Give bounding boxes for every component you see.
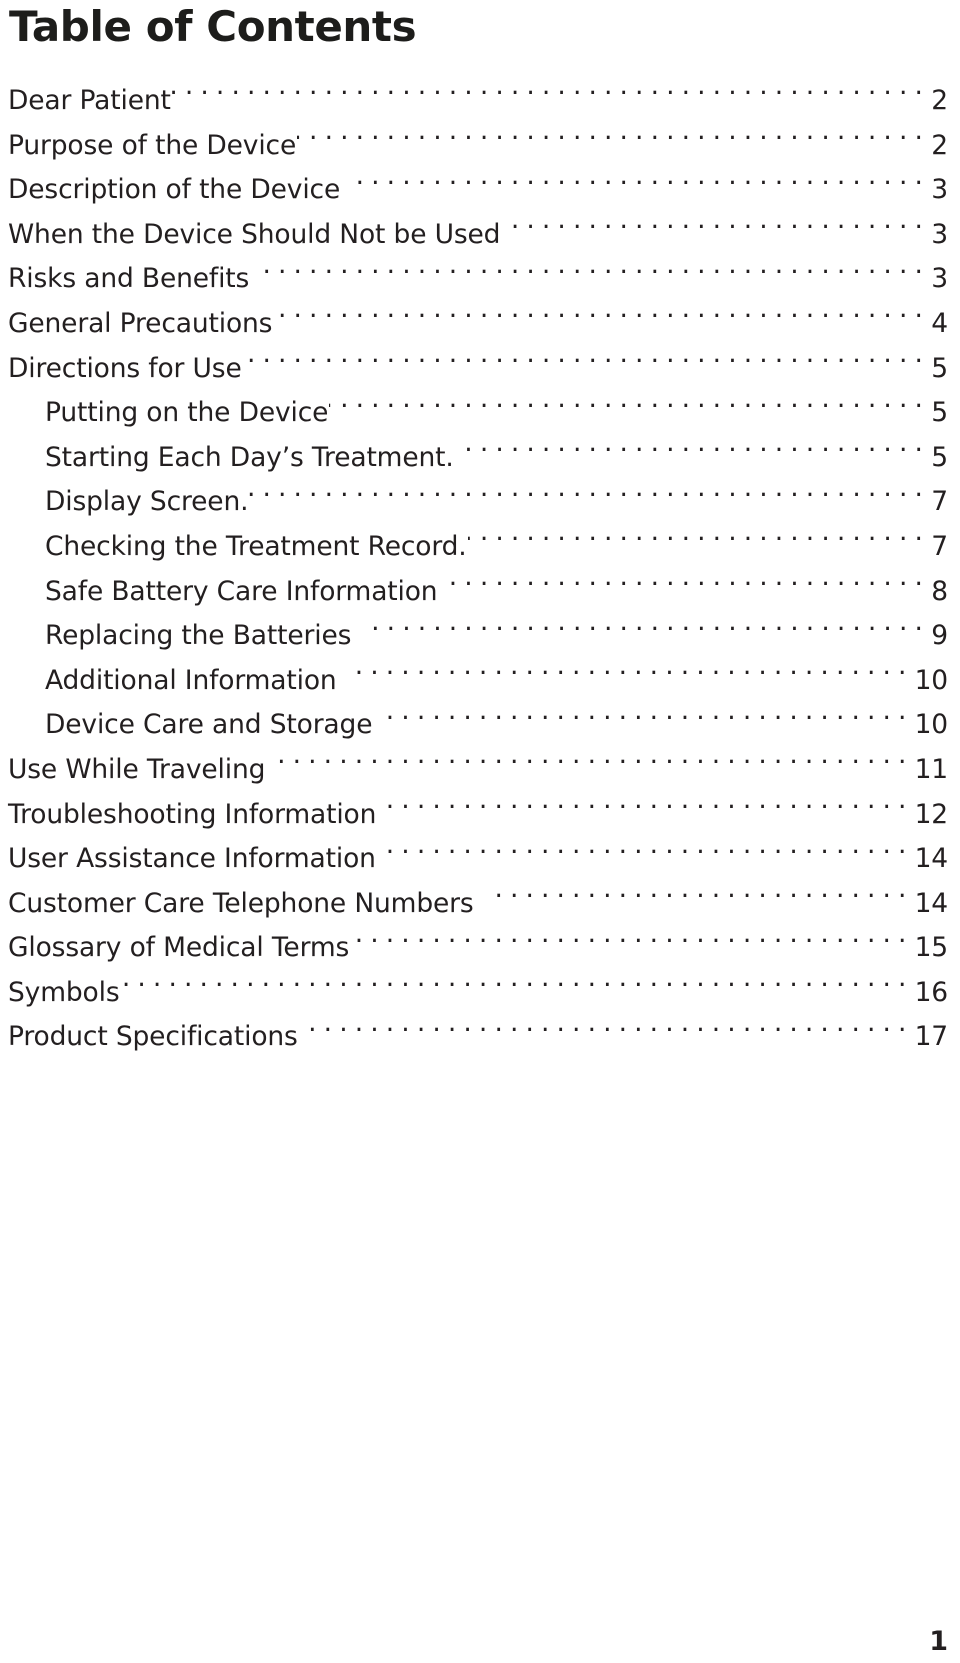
toc-entry-page-number: 9 (931, 620, 948, 652)
page-title: Table of Contents (9, 2, 417, 51)
toc-entry[interactable]: Directions for Use 5 (8, 347, 948, 392)
toc-entry-label: Device Care and Storage (45, 709, 373, 741)
toc-entry-page-number: 10 (914, 709, 949, 741)
toc-entry[interactable]: Checking the Treatment Record. 7 (8, 525, 948, 570)
dot-leader (449, 573, 930, 600)
dot-leader (352, 172, 930, 199)
toc-entry[interactable]: Troubleshooting Information 12 (8, 793, 948, 838)
toc-entry-label: Dear Patient (8, 85, 171, 116)
toc-entry-label: Starting Each Day’s Treatment. (45, 441, 454, 473)
toc-entry-label: When the Device Should Not be Used (8, 218, 501, 250)
dot-leader (388, 841, 914, 868)
toc-entry[interactable]: Use While Traveling 11 (8, 748, 948, 793)
toc-entry-page-number: 5 (931, 352, 948, 384)
toc-entry-label: Glossary of Medical Terms (8, 932, 350, 964)
toc-entry-label: Checking the Treatment Record. (45, 530, 467, 562)
toc-entry-label: Safe Battery Care Information (45, 575, 438, 607)
toc-entry[interactable]: Risks and Benefits 3 (8, 257, 948, 302)
toc-entry-page-number: 14 (914, 887, 949, 919)
toc-entry[interactable]: General Precautions 4 (8, 302, 948, 347)
toc-entry[interactable]: Glossary of Medical Terms 15 (8, 926, 948, 971)
dot-leader (329, 395, 930, 422)
dot-leader (261, 261, 930, 288)
toc-entry[interactable]: When the Device Should Not be Used 3 (8, 213, 948, 258)
toc-entry-page-number: 11 (914, 753, 949, 785)
toc-entry[interactable]: User Assistance Information 14 (8, 837, 948, 882)
dot-leader (349, 662, 914, 689)
dot-leader (350, 930, 913, 957)
dot-leader (455, 439, 930, 466)
toc-entry-page-number: 4 (931, 307, 948, 339)
document-page: Table of Contents Dear Patient2Purpose o… (0, 0, 960, 1663)
toc-entry[interactable]: Purpose of the Device 2 (8, 124, 948, 169)
toc-entry-page-number: 3 (931, 263, 948, 295)
toc-entry[interactable]: Additional Information 10 (8, 659, 948, 704)
dot-leader (310, 1019, 914, 1046)
toc-entry-page-number: 3 (931, 174, 948, 206)
toc-entry-label: Display Screen. (45, 486, 249, 518)
toc-entry-page-number: 7 (931, 530, 948, 562)
toc-entry-page-number: 16 (914, 976, 949, 1008)
toc-entry[interactable]: Putting on the Device 5 (8, 391, 948, 436)
toc-entry-page-number: 2 (931, 129, 948, 161)
toc-entry[interactable]: Description of the Device 3 (8, 168, 948, 213)
toc-entry-page-number: 10 (914, 664, 949, 696)
dot-leader (277, 751, 913, 778)
toc-entry-label: User Assistance Information (8, 843, 376, 875)
dot-leader (243, 350, 930, 377)
dot-leader (273, 305, 930, 332)
toc-entry-page-number: 12 (914, 798, 949, 830)
toc-entry[interactable]: Display Screen. 7 (8, 480, 948, 525)
table-of-contents-list: Dear Patient 2 Purpose of the Device 2 Descr… (8, 79, 948, 1060)
toc-entry[interactable]: Replacing the Batteries 9 (8, 614, 948, 659)
toc-entry[interactable]: Starting Each Day’s Treatment. 5 (8, 436, 948, 481)
toc-entry-label: Replacing the Batteries (45, 620, 352, 652)
toc-entry-label: Symbols (8, 976, 120, 1008)
dot-leader (249, 484, 930, 511)
toc-entry-page-number: 14 (914, 843, 949, 875)
toc-entry-page-number: 2 (931, 85, 948, 116)
dot-leader (384, 707, 913, 734)
toc-entry[interactable]: Dear Patient 2 (8, 79, 948, 124)
toc-entry-label: Directions for Use (8, 352, 242, 384)
toc-entry-label: Customer Care Telephone Numbers (8, 887, 474, 919)
toc-entry[interactable]: Device Care and Storage 10 (8, 703, 948, 748)
dot-leader (172, 83, 930, 110)
toc-entry-page-number: 15 (914, 932, 949, 964)
toc-entry-page-number: 17 (914, 1021, 949, 1053)
toc-entry-label: Purpose of the Device (8, 129, 297, 161)
dot-leader (120, 974, 913, 1001)
toc-entry-page-number: 5 (931, 397, 948, 429)
dot-leader (377, 796, 913, 823)
toc-entry-label: Product Specifications (8, 1021, 298, 1053)
toc-entry[interactable]: Product Specifications 17 (8, 1015, 948, 1060)
toc-entry-page-number: 8 (931, 575, 948, 607)
dot-leader (468, 528, 930, 555)
toc-entry-label: Additional Information (45, 664, 337, 696)
toc-entry-label: Risks and Benefits (8, 263, 250, 295)
dot-leader (363, 618, 930, 645)
dot-leader (501, 216, 930, 243)
dot-leader (297, 127, 930, 154)
toc-entry[interactable]: Customer Care Telephone Numbers 14 (8, 882, 948, 927)
toc-entry-label: Description of the Device (8, 174, 341, 206)
toc-entry-label: Use While Traveling (8, 753, 266, 785)
dot-leader (486, 885, 914, 912)
toc-entry-page-number: 7 (931, 486, 948, 518)
toc-entry[interactable]: Symbols 16 (8, 971, 948, 1016)
toc-entry-label: Putting on the Device (45, 397, 329, 429)
toc-entry-label: Troubleshooting Information (8, 798, 377, 830)
toc-entry[interactable]: Safe Battery Care Information 8 (8, 570, 948, 615)
toc-entry-label: General Precautions (8, 307, 273, 339)
toc-entry-page-number: 3 (931, 218, 948, 250)
toc-entry-page-number: 5 (931, 441, 948, 473)
footer-page-number: 1 (929, 1626, 948, 1657)
